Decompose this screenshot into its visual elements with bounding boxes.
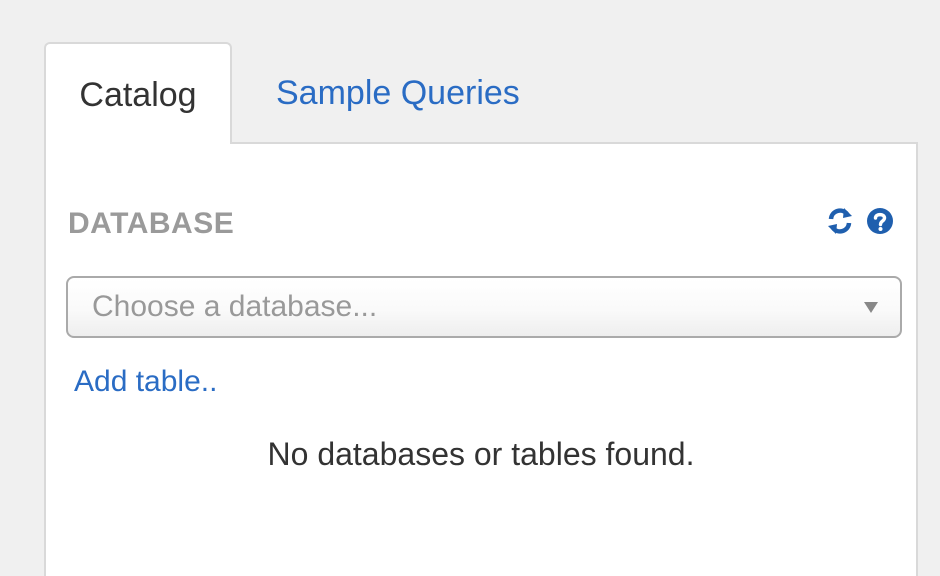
empty-state-message: No databases or tables found.: [267, 436, 695, 472]
tab-content: DATABASE Choose a database... Add table.…: [44, 142, 918, 576]
help-icon[interactable]: [866, 206, 894, 236]
tab-sample-queries[interactable]: Sample Queries: [276, 42, 520, 142]
tab-sample-queries-label: Sample Queries: [276, 74, 520, 112]
tab-bar: Catalog Sample Queries: [44, 42, 918, 144]
database-select-placeholder: Choose a database...: [92, 290, 378, 323]
chevron-down-icon: [864, 302, 878, 313]
database-section-header: DATABASE: [68, 204, 894, 244]
add-table-link[interactable]: Add table..: [74, 362, 217, 402]
database-select[interactable]: Choose a database...: [66, 276, 902, 338]
tab-catalog-label: Catalog: [79, 76, 197, 114]
catalog-panel: Catalog Sample Queries DATABASE Choose a…: [44, 42, 918, 576]
refresh-icon[interactable]: [826, 206, 854, 236]
header-icons: [818, 206, 894, 242]
tab-catalog[interactable]: Catalog: [44, 42, 232, 144]
section-title: DATABASE: [68, 207, 235, 240]
